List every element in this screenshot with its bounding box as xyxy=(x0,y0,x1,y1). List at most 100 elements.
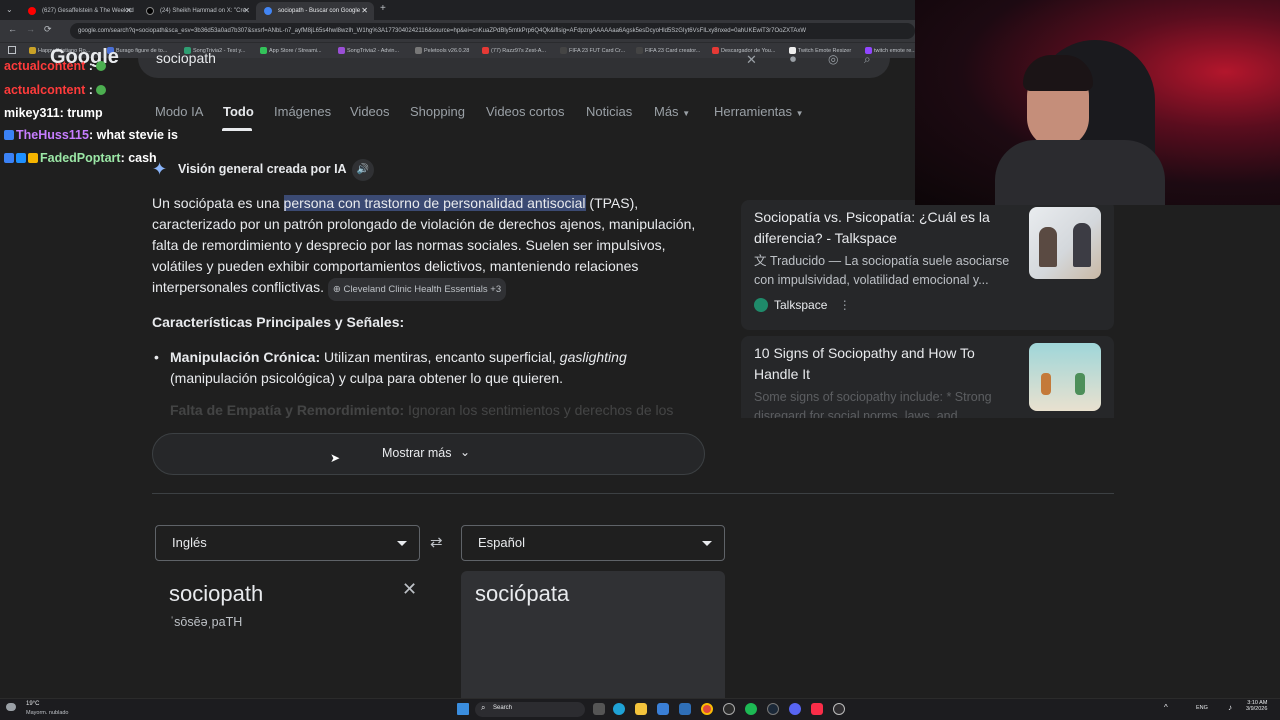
card-title[interactable]: Sociopatía vs. Psicopatía: ¿Cuál es la d… xyxy=(754,207,1014,249)
steam-icon[interactable] xyxy=(767,703,779,715)
chat-username: TheHuss115 xyxy=(16,128,89,142)
tray-chevron-icon[interactable]: ^ xyxy=(1164,703,1168,712)
volume-icon[interactable]: ♪ xyxy=(1228,703,1232,712)
badge-icon xyxy=(16,153,26,163)
tab-imagenes[interactable]: Imágenes xyxy=(274,104,331,119)
tab-x[interactable]: (24) Sheikh Hammad on X: "Cre ✕ xyxy=(138,2,256,20)
bookmark-item[interactable]: Twitch Emote Resizer xyxy=(788,43,851,59)
tab-google[interactable]: sociopath - Buscar con Google ✕ xyxy=(256,2,374,20)
forward-icon[interactable]: → xyxy=(26,24,35,34)
card-thumbnail xyxy=(1029,343,1101,411)
target-language-select[interactable]: Español xyxy=(461,525,725,561)
spotify-icon[interactable] xyxy=(745,703,757,715)
obs-icon[interactable] xyxy=(833,703,845,715)
tab-videos-cortos[interactable]: Videos cortos xyxy=(486,104,565,119)
bookmark-item[interactable]: SongTrivia2 - Advin... xyxy=(337,43,399,59)
tab-modo-ia[interactable]: Modo IA xyxy=(155,104,203,119)
tab-videos[interactable]: Videos xyxy=(350,104,390,119)
clear-translation-icon[interactable]: ✕ xyxy=(402,579,417,600)
source-language-select[interactable]: Inglés xyxy=(155,525,420,561)
source-chip[interactable]: ⊕ Cleveland Clinic Health Essentials +3 xyxy=(327,278,507,301)
bookmark-item[interactable]: FIFA 23 Card creator... xyxy=(635,43,700,59)
tab-shopping[interactable]: Shopping xyxy=(410,104,465,119)
swap-languages-icon[interactable]: ⇄ xyxy=(430,533,443,551)
reload-icon[interactable]: ⟳ xyxy=(44,24,52,35)
file-explorer-icon[interactable] xyxy=(635,703,647,715)
bookmark-item[interactable]: twitch emote re... xyxy=(864,43,916,59)
bookmarks-bar: Happy Cristiano Ro... Burago figure de t… xyxy=(0,42,916,59)
settings-icon[interactable] xyxy=(723,703,735,715)
chat-username: mikey311 xyxy=(4,106,60,120)
result-card[interactable]: 10 Signs of Sociopathy and How To Handle… xyxy=(741,336,1114,418)
discord-icon[interactable] xyxy=(789,703,801,715)
chat-username: actualcontent xyxy=(4,59,86,73)
speaker-icon[interactable]: 🔊 xyxy=(352,159,374,181)
close-tab-icon[interactable]: ✕ xyxy=(361,2,368,20)
chat-username: FadedPoptart xyxy=(40,151,121,165)
clock[interactable]: 3:10 AM 3/9/2026 xyxy=(1246,700,1267,712)
search-icon[interactable]: ⌕ xyxy=(864,52,871,67)
chat-line: actualcontent : xyxy=(4,83,108,97)
bookmark-icon xyxy=(415,47,422,54)
address-input[interactable]: google.com/search?q=sociopath&sca_esv=3b… xyxy=(70,23,915,39)
tab-todo[interactable]: Todo xyxy=(223,104,254,119)
clear-search-icon[interactable]: ✕ xyxy=(746,52,757,68)
mic-icon[interactable]: ⏺ xyxy=(790,52,796,67)
bookmark-item[interactable]: FIFA 23 FUT Card Cr... xyxy=(559,43,625,59)
back-icon[interactable]: ← xyxy=(8,24,17,34)
translate-source-text[interactable]: sociopath xyxy=(169,581,263,607)
x-icon xyxy=(146,7,154,15)
highlighted-phrase: persona con trastorno de personalidad an… xyxy=(283,195,586,211)
card-title[interactable]: 10 Signs of Sociopathy and How To Handle… xyxy=(754,343,1014,385)
photos-icon[interactable] xyxy=(657,703,669,715)
crown-badge-icon xyxy=(28,153,38,163)
search-input[interactable]: sociopath ✕ ⏺ ◎ ⌕ xyxy=(138,50,890,78)
result-card[interactable]: Sociopatía vs. Psicopatía: ¿Cuál es la d… xyxy=(741,200,1114,330)
talkspace-icon xyxy=(754,298,768,312)
bookmark-item[interactable]: App Store / Streami... xyxy=(259,43,322,59)
tab-mas[interactable]: Más ▼ xyxy=(654,104,690,119)
tab-title: (24) Sheikh Hammad on X: "Cre xyxy=(160,8,246,14)
tab-search-icon[interactable]: ⌄ xyxy=(6,5,13,14)
phonetic-text: ˈsōsēəˌpaTH xyxy=(170,615,243,629)
bookmark-icon xyxy=(482,47,489,54)
mouse-cursor: ➤ xyxy=(330,451,341,465)
search-query: sociopath xyxy=(156,50,216,66)
task-view-icon[interactable] xyxy=(593,703,605,715)
chat-line: mikey311: trump xyxy=(4,106,103,120)
chat-line: TheHuss115: what stevie is xyxy=(4,128,178,142)
bookmark-item[interactable]: Descargador de You... xyxy=(711,43,775,59)
webcam-overlay xyxy=(915,0,1280,205)
show-more-button[interactable]: Mostrar más ⌄ xyxy=(152,433,705,475)
chevron-down-icon: ▼ xyxy=(682,109,691,118)
bookmark-icon xyxy=(29,47,36,54)
tab-youtube[interactable]: (627) Gesaffelstein & The Weeknd ✕ xyxy=(20,2,138,20)
list-item: • Manipulación Crónica: Utilizan mentira… xyxy=(154,349,627,386)
lens-icon[interactable]: ◎ xyxy=(828,52,838,66)
apps-icon[interactable] xyxy=(8,46,16,54)
close-tab-icon[interactable]: ✕ xyxy=(243,2,250,20)
new-tab-icon[interactable]: + xyxy=(380,3,386,14)
more-options-icon[interactable]: ⋮ xyxy=(839,298,851,312)
taskbar-search[interactable]: ⌕ Search xyxy=(475,702,585,717)
ai-overview-summary: Un sociópata es una persona con trastorn… xyxy=(152,193,712,301)
edge-icon[interactable] xyxy=(613,703,625,715)
chrome-icon[interactable] xyxy=(701,703,713,715)
close-tab-icon[interactable]: ✕ xyxy=(125,2,132,20)
card-source[interactable]: Talkspace ⋮ xyxy=(754,298,851,312)
browser-tab-bar: ⌄ (627) Gesaffelstein & The Weeknd ✕ (24… xyxy=(0,0,915,20)
chat-line: actualcontent : xyxy=(4,59,108,73)
tab-herramientas[interactable]: Herramientas ▼ xyxy=(714,104,804,119)
music-icon[interactable] xyxy=(811,703,823,715)
windows-start-icon[interactable] xyxy=(457,703,469,715)
translate-output-panel: sociópata xyxy=(461,571,725,698)
chevron-down-icon: ▼ xyxy=(795,109,804,118)
app-icon[interactable] xyxy=(679,703,691,715)
bookmark-item[interactable]: (77) Razz97s Zest-A... xyxy=(481,43,546,59)
weather-icon xyxy=(6,703,16,711)
language-indicator[interactable]: ENG xyxy=(1196,705,1208,711)
dropdown-caret-icon xyxy=(397,541,407,546)
card-thumbnail xyxy=(1029,207,1101,279)
tab-noticias[interactable]: Noticias xyxy=(586,104,632,119)
bookmark-item[interactable]: Peletools v26.0.28 xyxy=(414,43,469,59)
